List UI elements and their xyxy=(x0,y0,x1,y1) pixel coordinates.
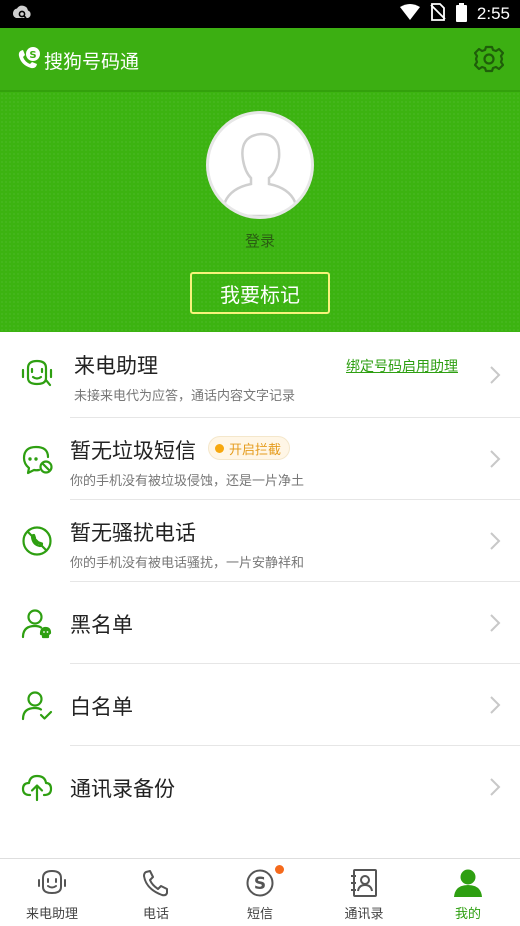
default-user-icon xyxy=(223,132,297,216)
contacts-backup-title: 通讯录备份 xyxy=(70,777,175,801)
nav-contacts[interactable]: 通讯录 xyxy=(312,859,416,926)
svg-text:S: S xyxy=(29,50,36,61)
profile-header: 登录 我要标记 xyxy=(0,92,520,332)
battery-icon xyxy=(455,2,467,26)
settings-gear-icon[interactable] xyxy=(473,44,505,74)
spam-sms-title: 暂无垃圾短信 xyxy=(70,439,196,463)
status-bar: 2:55 xyxy=(0,0,520,28)
app-bar: S 搜狗号码通 xyxy=(0,28,520,90)
notification-dot xyxy=(275,865,284,874)
list-item-harass-call[interactable]: 暂无骚扰电话 你的手机没有被电话骚扰，一片安静祥和 xyxy=(0,500,520,582)
chevron-right-icon xyxy=(488,531,502,551)
chevron-right-icon xyxy=(488,777,502,797)
nav-sms[interactable]: S 短信 xyxy=(208,859,312,926)
no-sim-icon xyxy=(430,3,446,25)
list-item-blacklist[interactable]: 黑名单 xyxy=(0,582,520,664)
badge-dot xyxy=(215,443,224,453)
nav-label: 来电助理 xyxy=(25,907,78,922)
chevron-right-icon xyxy=(488,695,502,715)
nav-label: 我的 xyxy=(454,907,481,922)
feature-list: 来电助理 未接来电代为应答，通话内容文字记录 绑定号码启用助理 暂无垃圾短信 开… xyxy=(0,332,520,828)
list-item-call-assistant[interactable]: 来电助理 未接来电代为应答，通话内容文字记录 绑定号码启用助理 xyxy=(0,332,520,418)
sms-block-icon xyxy=(20,442,54,476)
harass-call-title: 暂无骚扰电话 xyxy=(70,521,196,545)
notification-app-icon xyxy=(10,4,32,24)
spam-sms-subtitle: 你的手机没有被垃圾侵蚀，还是一片净土 xyxy=(70,474,305,489)
avatar[interactable] xyxy=(206,111,314,219)
sogou-haomatong-logo-icon: S xyxy=(16,46,42,72)
nav-mine[interactable]: 我的 xyxy=(416,859,520,926)
harass-call-subtitle: 你的手机没有被电话骚扰，一片安静祥和 xyxy=(70,556,305,571)
nav-label: 短信 xyxy=(246,907,273,922)
enable-block-badge[interactable]: 开启拦截 xyxy=(208,436,291,460)
sms-icon: S xyxy=(244,867,276,899)
nav-call-assistant[interactable]: 来电助理 xyxy=(0,859,104,926)
list-item-whitelist[interactable]: 白名单 xyxy=(0,664,520,746)
badge-label: 开启拦截 xyxy=(229,442,282,458)
nav-label: 电话 xyxy=(142,907,169,922)
blacklist-title: 黑名单 xyxy=(70,613,133,637)
person-icon xyxy=(452,867,484,899)
phone-icon xyxy=(140,867,172,899)
robot-icon xyxy=(20,356,54,390)
nav-label: 通讯录 xyxy=(344,907,384,922)
svg-text:S: S xyxy=(254,874,266,894)
chevron-right-icon xyxy=(488,613,502,633)
nav-phone[interactable]: 电话 xyxy=(104,859,208,926)
call-assistant-title: 来电助理 xyxy=(74,354,158,378)
chevron-right-icon xyxy=(488,449,502,469)
bind-number-link[interactable]: 绑定号码启用助理 xyxy=(346,356,458,376)
robot-icon xyxy=(36,867,68,899)
login-label[interactable]: 登录 xyxy=(0,230,520,251)
phone-block-icon xyxy=(20,524,54,558)
app-title: 搜狗号码通 xyxy=(44,51,140,73)
mark-number-button[interactable]: 我要标记 xyxy=(190,272,330,314)
cloud-upload-icon xyxy=(20,770,54,804)
whitelist-title: 白名单 xyxy=(70,695,133,719)
bottom-navigation: 来电助理 电话 S 短信 通讯录 我的 xyxy=(0,858,520,926)
call-assistant-subtitle: 未接来电代为应答，通话内容文字记录 xyxy=(74,389,296,404)
blacklist-icon xyxy=(20,606,54,640)
wifi-icon xyxy=(399,4,420,24)
chevron-right-icon xyxy=(488,365,502,385)
list-item-spam-sms[interactable]: 暂无垃圾短信 开启拦截 你的手机没有被垃圾侵蚀，还是一片净土 xyxy=(0,418,520,500)
whitelist-icon xyxy=(20,688,54,722)
list-item-contacts-backup[interactable]: 通讯录备份 xyxy=(0,746,520,828)
contacts-icon xyxy=(348,867,380,899)
status-time: 2:55 xyxy=(476,4,510,23)
